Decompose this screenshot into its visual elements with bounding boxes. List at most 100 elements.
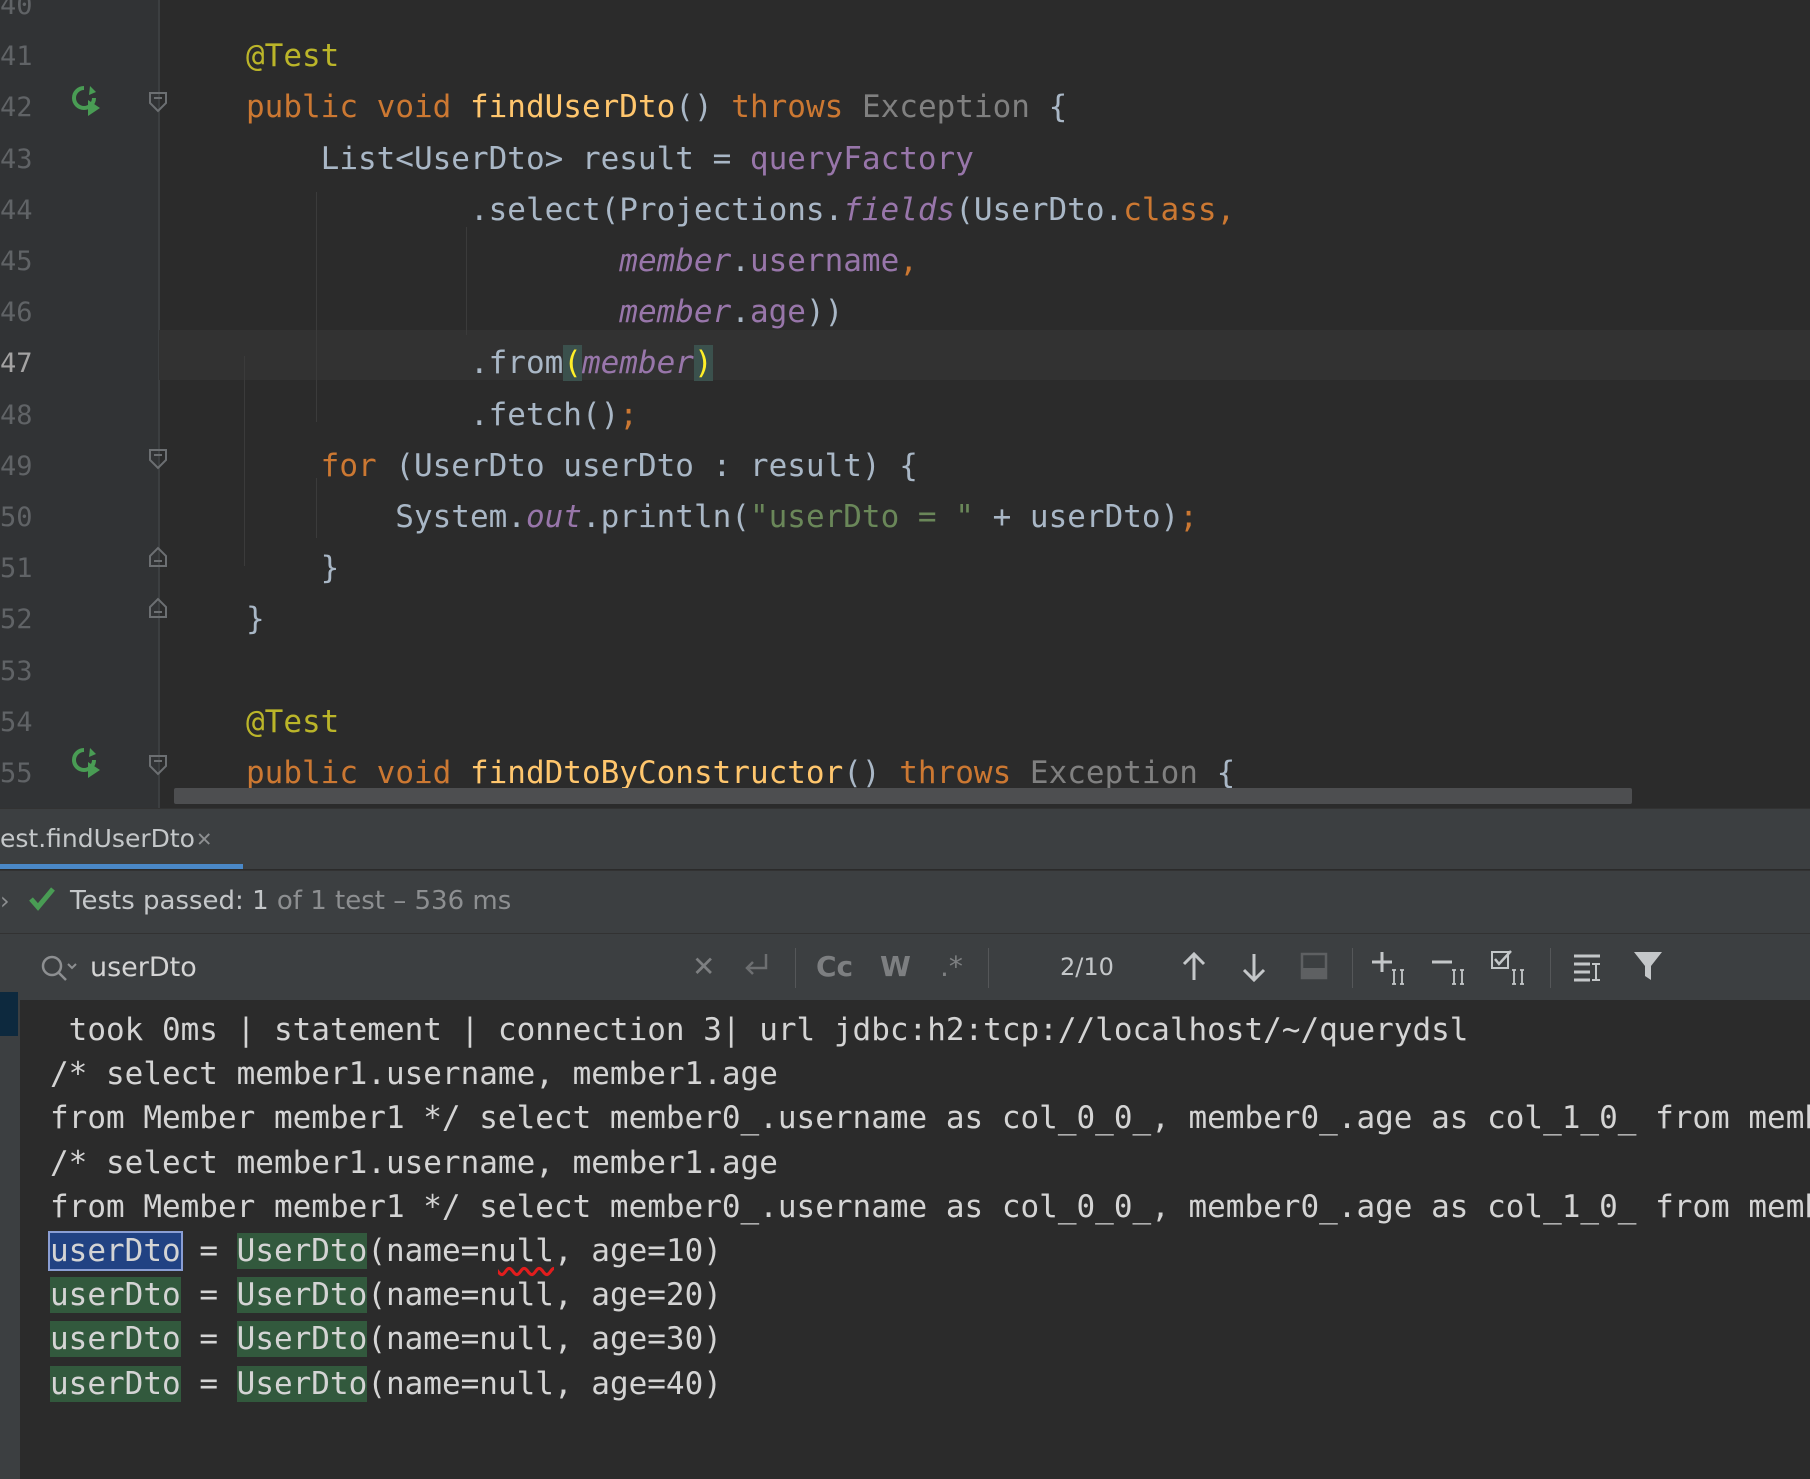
- code-line: 43 List<UserDto> result = queryFactory: [0, 134, 1810, 185]
- code-text: .fetch();: [246, 390, 638, 441]
- funnel-icon[interactable]: [1632, 950, 1664, 982]
- search-match: userDto: [50, 1321, 181, 1358]
- code-token: + userDto): [973, 499, 1180, 535]
- line-number: 48: [0, 399, 33, 431]
- whole-words-toggle[interactable]: W: [880, 934, 911, 1000]
- indent-guide: [316, 478, 317, 538]
- code-line: 44 .select(Projections.fields(UserDto.cl…: [0, 185, 1810, 236]
- fold-end-icon[interactable]: [148, 597, 168, 619]
- run-test-icon[interactable]: [70, 84, 102, 116]
- console-text: , age=10): [553, 1233, 722, 1269]
- toolbar-separator: [795, 948, 796, 988]
- code-token: (UserDto userDto : result) {: [395, 447, 918, 484]
- new-line-icon[interactable]: [740, 950, 772, 982]
- console-output[interactable]: took 0ms | statement | connection 3| url…: [20, 1001, 1810, 1479]
- run-tab[interactable]: est.findUserDto: [0, 809, 215, 869]
- code-line: 54 @Test: [0, 697, 1810, 748]
- line-number: 45: [0, 246, 33, 277]
- run-tab-label: est.findUserDto: [0, 824, 195, 853]
- console-text: (name=null, age=20): [367, 1277, 722, 1314]
- remove-occurrence-icon[interactable]: [1430, 950, 1470, 986]
- code-line: 49 for (UserDto userDto : result) {: [0, 441, 1810, 492]
- code-token: .from: [246, 345, 564, 382]
- chevron-right-icon[interactable]: ›: [0, 871, 10, 931]
- code-token: throws: [731, 89, 862, 126]
- match-count: 2/10: [1060, 953, 1114, 981]
- console-text: (name=null, age=40): [367, 1365, 722, 1402]
- code-token: public: [246, 89, 377, 126]
- code-token: member: [619, 243, 732, 279]
- horizontal-scrollbar[interactable]: [174, 788, 1632, 804]
- toolbar-separator: [988, 948, 989, 988]
- code-token: Exception: [861, 89, 1049, 126]
- open-in-window-icon[interactable]: [1298, 950, 1330, 982]
- code-token: }: [246, 550, 340, 587]
- arrow-up-icon[interactable]: [1178, 950, 1210, 984]
- match-case-toggle[interactable]: Cc: [816, 934, 853, 1000]
- fold-open-icon[interactable]: [148, 754, 168, 776]
- code-text: @Test: [246, 697, 339, 748]
- code-token: (): [675, 89, 732, 126]
- code-token: ,: [1216, 191, 1236, 228]
- add-occurrence-icon[interactable]: [1370, 950, 1410, 986]
- run-test-icon[interactable]: [70, 746, 102, 778]
- code-token: }: [246, 601, 265, 638]
- arrow-down-icon[interactable]: [1238, 950, 1270, 984]
- indent-guide: [244, 356, 245, 566]
- code-token: System.: [246, 499, 526, 535]
- fold-open-icon[interactable]: [148, 448, 168, 470]
- code-editor[interactable]: 40 41 @Test 42 public void findUserDto() thr…: [0, 0, 1810, 808]
- code-token: findDtoByConstructor: [469, 755, 844, 791]
- console-text: (name=null, age=30): [367, 1321, 722, 1358]
- code-token: ): [693, 345, 713, 382]
- code-token: .: [731, 294, 750, 331]
- code-text: for (UserDto userDto : result) {: [246, 441, 918, 492]
- fold-end-icon[interactable]: [148, 546, 168, 568]
- console-search-bar: ✕ Cc W .* 2/10: [0, 934, 1810, 1001]
- code-token: .: [731, 243, 750, 279]
- console-text: took 0ms | statement | connection 3| url…: [50, 1012, 1469, 1048]
- fold-open-icon[interactable]: [148, 91, 168, 113]
- code-text: }: [246, 543, 340, 594]
- search-icon[interactable]: [40, 954, 80, 982]
- tests-passed-status: Tests passed: 1 of 1 test – 536 ms: [70, 871, 511, 931]
- code-token: throws: [899, 755, 1030, 791]
- code-text: member.age)): [246, 287, 843, 338]
- line-number: 40: [0, 0, 33, 21]
- console-text: from Member member1 */ select member0_.u…: [50, 1100, 1810, 1137]
- status-count: 1: [252, 886, 269, 916]
- code-text: }: [246, 594, 265, 645]
- side-strip-selected[interactable]: [0, 992, 18, 1036]
- code-token: queryFactory: [749, 140, 974, 177]
- search-match: UserDto: [236, 1365, 368, 1402]
- line-number: 43: [0, 143, 33, 175]
- console-text: ull: [497, 1233, 554, 1269]
- toolbar-separator: [1550, 948, 1551, 988]
- check-icon: [29, 887, 55, 911]
- filter-lines-icon[interactable]: [1572, 950, 1608, 984]
- code-token: void: [376, 89, 470, 126]
- search-match: UserDto: [236, 1233, 368, 1269]
- code-line: 47 .from(member): [0, 338, 1810, 389]
- search-input[interactable]: [90, 946, 670, 988]
- clear-search-icon[interactable]: ✕: [692, 934, 715, 1000]
- regex-toggle[interactable]: .*: [940, 934, 963, 1000]
- toolbar-separator: [1352, 948, 1353, 988]
- test-status-bar: › Tests passed: 1 of 1 test – 536 ms: [0, 870, 1810, 934]
- close-icon[interactable]: ✕: [197, 809, 211, 867]
- code-token: ,: [899, 243, 918, 279]
- code-text: @Test: [246, 31, 339, 82]
- select-all-occurrences-icon[interactable]: [1490, 950, 1530, 986]
- active-tab-indicator: [0, 864, 243, 869]
- code-text: System.out.println("userDto = " + userDt…: [246, 492, 1198, 543]
- code-token: .fetch(): [246, 396, 620, 433]
- line-number: 47: [0, 348, 33, 380]
- search-match: UserDto: [236, 1277, 368, 1314]
- code-token: (UserDto.: [955, 191, 1124, 228]
- code-line: 46 member.age)): [0, 287, 1810, 338]
- search-match: userDto: [50, 1277, 181, 1314]
- run-side-strip: [0, 934, 20, 1479]
